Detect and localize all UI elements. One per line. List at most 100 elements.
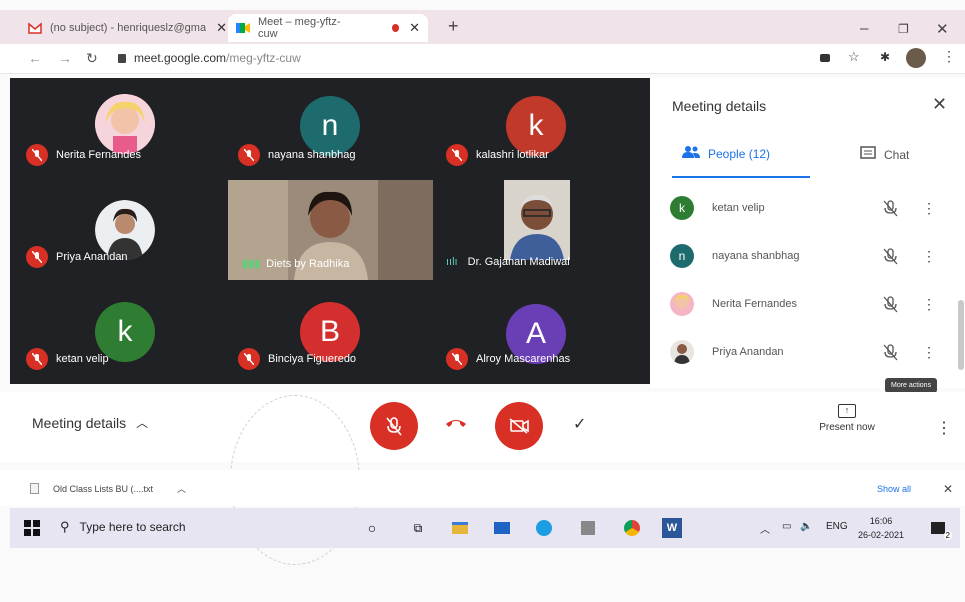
participant-name: Binciya Figueredo xyxy=(238,348,356,370)
task-view-icon[interactable]: ⧉ xyxy=(408,518,428,538)
gmail-icon xyxy=(28,22,42,34)
address-bar: ← → ↻ meet.google.com/meg-yftz-cuw ☆ ✱ ⋮ xyxy=(0,44,965,74)
new-tab-icon[interactable]: + xyxy=(448,16,459,37)
participant-tile[interactable]: n nayana shanbhag xyxy=(222,78,427,178)
back-icon[interactable]: ← xyxy=(28,50,42,66)
people-list-item[interactable]: k ketan velip ⋮ xyxy=(670,190,950,226)
download-item[interactable]: Old Class Lists BU (....txt ︿ xyxy=(30,482,186,495)
avatar: k xyxy=(670,196,694,220)
participant-tile[interactable]: A Alroy Mascarenhas xyxy=(430,282,635,382)
cortana-icon[interactable]: ○ xyxy=(362,518,382,538)
people-list-item[interactable]: Priya Anandan ⋮ xyxy=(670,334,950,370)
restore-icon[interactable]: ❐ xyxy=(898,22,909,36)
notifications-icon[interactable]: 2 xyxy=(928,518,952,540)
close-tab-icon[interactable]: ✕ xyxy=(409,20,420,36)
end-call-button[interactable] xyxy=(445,416,467,434)
close-icon[interactable]: ✕ xyxy=(932,94,947,115)
captions-check-icon[interactable]: ✓ xyxy=(573,414,586,434)
participant-name: ıılı Dr. Gajanan Madiwal xyxy=(446,256,570,268)
file-icon xyxy=(30,483,39,494)
minimize-icon[interactable]: – xyxy=(860,20,868,37)
people-list-item[interactable]: Nerita Fernandes ⋮ xyxy=(670,286,950,322)
tab-people[interactable]: People (12) xyxy=(682,146,770,161)
participant-tile[interactable]: ıılı Dr. Gajanan Madiwal xyxy=(430,180,635,280)
chevron-up-icon[interactable]: ︿ xyxy=(760,521,770,536)
forward-icon[interactable]: → xyxy=(58,50,72,66)
mic-off-icon xyxy=(26,144,48,166)
chevron-up-icon[interactable]: ︿ xyxy=(177,482,186,495)
clock[interactable]: 16:06 26-02-2021 xyxy=(858,514,904,542)
mic-off-icon xyxy=(26,246,48,268)
tab-gmail[interactable]: (no subject) - henriqueslz@gma ✕ xyxy=(20,14,235,42)
screen: (no subject) - henriqueslz@gma ✕ Meet – … xyxy=(0,0,965,602)
present-now-button[interactable]: ↑ Present now xyxy=(812,404,882,433)
close-icon[interactable]: ✕ xyxy=(943,482,953,496)
avatar: n xyxy=(670,244,694,268)
participant-tile[interactable]: Nerita Fernandes xyxy=(10,78,215,178)
tab-meet[interactable]: Meet – meg-yftz-cuw ✕ xyxy=(228,14,428,42)
people-icon xyxy=(682,146,700,161)
file-explorer-icon[interactable] xyxy=(450,518,470,538)
mic-off-icon[interactable] xyxy=(882,199,900,217)
more-options-icon[interactable]: ⋮ xyxy=(922,248,936,265)
participant-name: nayana shanbhag xyxy=(238,144,355,166)
mic-off-icon xyxy=(26,348,48,370)
mail-icon[interactable] xyxy=(492,518,512,538)
panel-title: Meeting details xyxy=(672,98,767,114)
volume-icon[interactable]: 🔈 xyxy=(800,521,812,532)
participant-name: Nerita Fernandes xyxy=(26,144,141,166)
mic-off-icon[interactable] xyxy=(882,295,900,313)
star-icon[interactable]: ☆ xyxy=(848,49,860,64)
url-field[interactable]: meet.google.com/meg-yftz-cuw xyxy=(118,51,301,65)
reload-icon[interactable]: ↻ xyxy=(86,50,98,67)
tab-indicator xyxy=(672,176,810,178)
camera-icon[interactable] xyxy=(820,54,830,62)
meet-icon xyxy=(236,22,250,34)
app-icon[interactable] xyxy=(578,518,598,538)
battery-icon: ▭ xyxy=(782,521,792,532)
chevron-up-icon: ︿ xyxy=(136,416,149,430)
language-indicator[interactable]: ENG xyxy=(826,521,848,532)
more-options-icon[interactable]: ⋮ xyxy=(922,344,936,361)
tab-title: Meet – meg-yftz-cuw xyxy=(258,16,341,40)
avatar xyxy=(670,292,694,316)
mic-toggle-button[interactable] xyxy=(370,402,418,450)
search-icon: ⚲ xyxy=(60,519,70,534)
meeting-details-toggle[interactable]: Meeting details ︿ xyxy=(32,414,148,431)
chat-icon xyxy=(860,146,876,163)
participant-tile[interactable]: Priya Anandan xyxy=(10,180,215,280)
mic-off-icon xyxy=(238,144,260,166)
audio-level-icon: ıılı xyxy=(446,256,458,268)
word-icon[interactable]: W xyxy=(662,518,682,538)
participant-tile[interactable]: k ketan velip xyxy=(10,282,215,382)
participant-tile[interactable]: B Binciya Figueredo xyxy=(222,282,427,382)
participant-video[interactable]: ▮▮▮ Diets by Radhika xyxy=(228,180,433,280)
camera-off-icon xyxy=(509,418,529,434)
extensions-icon[interactable]: ✱ xyxy=(880,50,892,64)
mic-off-icon[interactable] xyxy=(882,343,900,361)
edge-icon[interactable] xyxy=(534,518,554,538)
profile-avatar[interactable] xyxy=(906,48,926,68)
close-tab-icon[interactable]: ✕ xyxy=(216,20,227,36)
audio-level-icon: ▮▮▮ xyxy=(242,258,261,270)
mic-off-icon[interactable] xyxy=(882,247,900,265)
participant-name: ketan velip xyxy=(26,348,109,370)
browser-tab-strip: (no subject) - henriqueslz@gma ✕ Meet – … xyxy=(0,10,965,44)
camera-toggle-button[interactable] xyxy=(495,402,543,450)
mic-off-icon xyxy=(446,144,468,166)
tab-chat[interactable]: Chat xyxy=(860,146,909,163)
window-close-icon[interactable]: ✕ xyxy=(936,20,949,38)
tab-title: (no subject) - henriqueslz@gma xyxy=(50,22,207,34)
show-all-link[interactable]: Show all xyxy=(877,484,911,494)
panel-scrollbar[interactable] xyxy=(958,300,964,370)
more-options-icon[interactable]: ⋮ xyxy=(922,296,936,313)
more-options-icon[interactable]: ⋮ xyxy=(922,200,936,217)
browser-menu-icon[interactable]: ⋮ xyxy=(942,48,956,64)
taskbar-search[interactable]: ⚲ Type here to search xyxy=(60,519,186,535)
participant-tile[interactable]: k kalashri lotlikar xyxy=(430,78,635,178)
more-options-icon[interactable]: ⋮ xyxy=(936,418,952,438)
windows-start-icon[interactable] xyxy=(24,520,40,536)
chrome-icon[interactable] xyxy=(622,518,642,538)
mic-off-icon xyxy=(386,417,402,436)
people-list-item[interactable]: n nayana shanbhag ⋮ xyxy=(670,238,950,274)
